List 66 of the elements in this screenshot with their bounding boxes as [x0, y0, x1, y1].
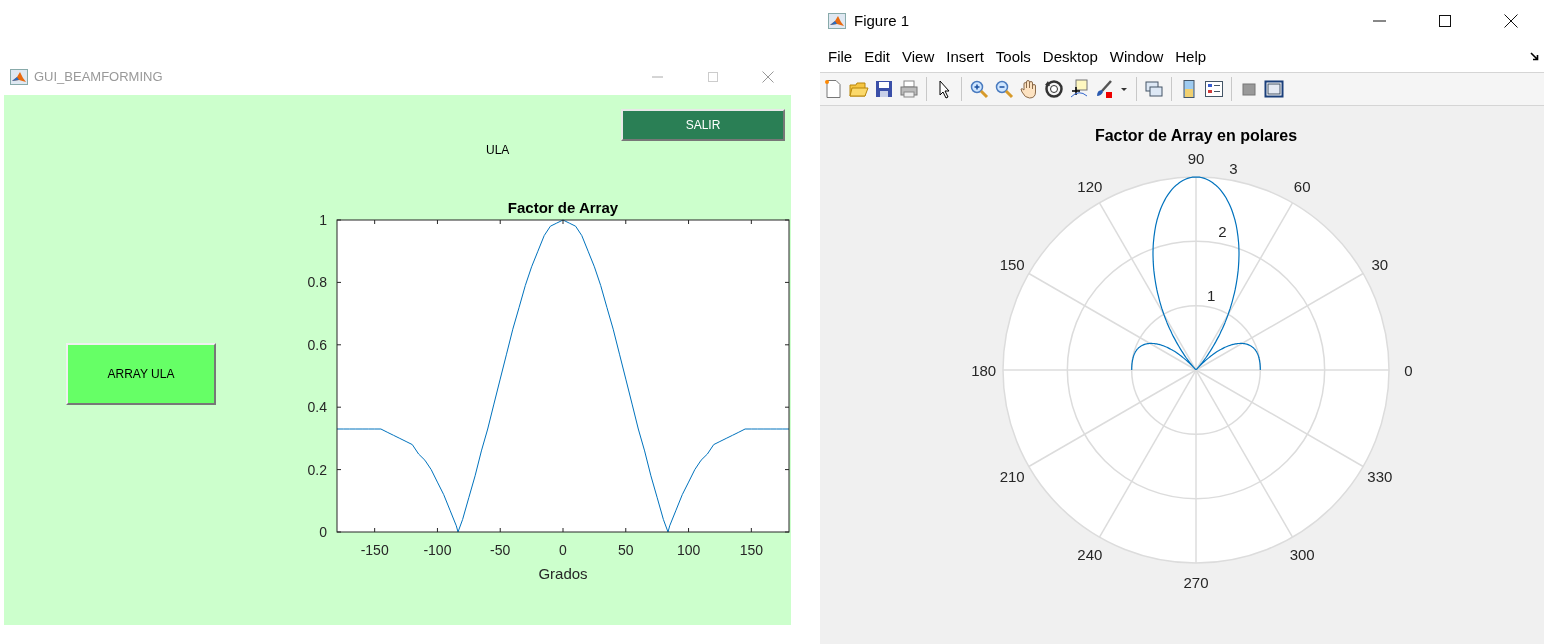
axis-tick-label: 150 [739, 542, 763, 558]
angle-tick-label: 210 [999, 468, 1025, 486]
link-icon[interactable] [1144, 79, 1164, 99]
axis-tick-label: 0 [319, 524, 327, 540]
new-file-icon[interactable] [824, 79, 844, 99]
axis-tick-label: 0.2 [307, 461, 327, 478]
menu-item[interactable]: Insert [940, 45, 990, 69]
zoom-in-icon[interactable] [969, 79, 989, 99]
radius-tick-label: 1 [1207, 286, 1216, 304]
maximize-icon [1438, 14, 1452, 28]
menu-item[interactable]: Help [1169, 45, 1213, 69]
menu-item[interactable]: Window [1103, 45, 1170, 69]
menu-item[interactable]: View [896, 45, 941, 69]
axis-tick-label: -50 [490, 542, 511, 558]
angle-tick-label: 180 [971, 362, 997, 379]
window-title: GUI_BEAMFORMING [34, 68, 163, 87]
angle-tick-label: 30 [1371, 255, 1389, 273]
angle-tick-label: 0 [1404, 362, 1413, 379]
axis-tick-label: 0 [559, 542, 567, 558]
print-icon[interactable] [899, 79, 919, 99]
chart-title: Factor de Array en polares [1094, 127, 1298, 144]
angle-tick-label: 270 [1183, 574, 1209, 592]
axis-tick-label: -150 [360, 542, 389, 558]
axis-tick-label: 100 [676, 542, 701, 558]
axis-tick-label: 0.4 [307, 399, 327, 416]
angle-tick-label: 60 [1293, 178, 1311, 196]
angle-tick-label: 90 [1187, 149, 1205, 167]
axis-tick-label: 0.8 [307, 274, 327, 291]
menu-item[interactable]: Desktop [1036, 45, 1104, 69]
axis-tick-label: -100 [423, 542, 452, 558]
maximize-icon [706, 71, 719, 83]
menu-item[interactable]: File [822, 45, 859, 69]
zoom-out-icon[interactable] [994, 79, 1014, 99]
legend-icon[interactable] [1204, 79, 1224, 99]
pan-hand-icon[interactable] [1019, 79, 1039, 99]
axis-label: Grados [538, 565, 588, 582]
rotate-icon[interactable] [1044, 79, 1064, 99]
minimize-icon [652, 76, 663, 78]
angle-tick-label: 150 [999, 255, 1025, 273]
axis-tick-label: 0.6 [307, 336, 327, 353]
exit-button[interactable]: SALIR [621, 109, 785, 141]
radius-tick-label: 2 [1218, 223, 1227, 241]
brush-icon[interactable] [1094, 79, 1114, 99]
app-logo-icon [828, 13, 846, 29]
angle-tick-label: 300 [1289, 545, 1315, 563]
window-title: Figure 1 [854, 10, 910, 31]
angle-tick-label: 120 [1077, 178, 1103, 196]
caption-text: ULA [486, 142, 510, 159]
undock-arrow-icon[interactable] [1530, 52, 1540, 62]
save-icon[interactable] [874, 79, 894, 99]
open-folder-icon[interactable] [849, 79, 869, 99]
radius-tick-label: 3 [1229, 159, 1238, 177]
angle-tick-label: 240 [1077, 545, 1103, 563]
menu-item[interactable]: Edit [858, 45, 897, 69]
minimize-icon [1372, 20, 1386, 22]
close-icon [1504, 14, 1518, 28]
app-logo-icon [10, 69, 28, 85]
axis-tick-label: 1 [319, 212, 327, 228]
close-icon [761, 71, 774, 83]
chart-title: Factor de Array [507, 199, 619, 216]
menu-item[interactable]: Tools [989, 45, 1037, 69]
axis-tick-label: 50 [618, 542, 634, 558]
data-cursor-icon[interactable] [1069, 79, 1089, 99]
show-plot-tools-icon[interactable] [1264, 79, 1284, 99]
array-button[interactable]: ARRAY ULA [66, 343, 216, 405]
angle-tick-label: 330 [1367, 468, 1393, 486]
